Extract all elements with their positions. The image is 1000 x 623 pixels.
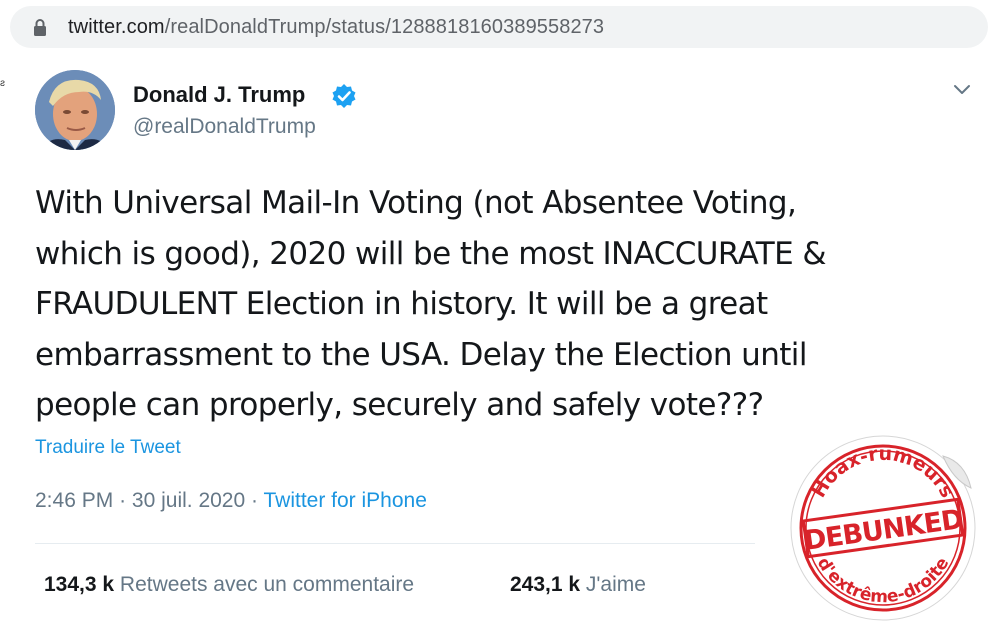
source-link[interactable]: Twitter for iPhone <box>263 489 426 512</box>
meta-separator: · <box>251 489 259 512</box>
tweet-line: With Universal Mail-In Voting (not Absen… <box>35 185 797 221</box>
verified-badge-icon <box>332 84 356 108</box>
tweet-date[interactable]: 30 juil. 2020 <box>132 489 245 512</box>
retweets-count: 134,3 k <box>44 573 115 596</box>
tweet-text: With Universal Mail-In Voting (not Absen… <box>35 178 955 431</box>
tweet-metadata: 2:46 PM · 30 juil. 2020 · Twitter for iP… <box>35 488 427 514</box>
url-text: twitter.com/realDonaldTrump/status/12888… <box>68 15 604 39</box>
divider <box>35 543 755 544</box>
edge-fragment: ƨ <box>0 78 5 89</box>
lock-icon <box>34 19 46 36</box>
stamp-graphic: Hoax-rumeurs DEBUNKED d'extrême-droite <box>790 435 976 621</box>
likes-label: J'aime <box>585 573 646 596</box>
address-bar[interactable]: twitter.com/realDonaldTrump/status/12888… <box>10 6 988 48</box>
url-path: /realDonaldTrump/status/1288818160389558… <box>164 16 605 38</box>
debunked-stamp: Hoax-rumeurs DEBUNKED d'extrême-droite <box>765 418 995 623</box>
likes-count: 243,1 k <box>510 573 581 596</box>
author-handle[interactable]: @realDonaldTrump <box>133 114 316 140</box>
tweet-line: embarrassment to the USA. Delay the Elec… <box>35 336 807 373</box>
tweet-line: which is good), 2020 will be the most IN… <box>35 235 827 272</box>
avatar[interactable] <box>35 70 115 150</box>
retweets-stat[interactable]: 134,3 k Retweets avec un commentaire <box>44 572 414 598</box>
author-name[interactable]: Donald J. Trump <box>133 82 305 108</box>
chevron-down-icon[interactable] <box>952 82 972 96</box>
tweet-time[interactable]: 2:46 PM <box>35 489 113 512</box>
translate-link[interactable]: Traduire le Tweet <box>35 437 181 459</box>
url-host: twitter.com <box>68 16 165 38</box>
likes-stat[interactable]: 243,1 k J'aime <box>510 572 646 598</box>
retweets-label: Retweets avec un commentaire <box>119 573 415 596</box>
tweet-line: FRAUDULENT Election in history. It will … <box>35 286 768 322</box>
meta-separator: · <box>119 489 127 512</box>
avatar-image <box>35 70 115 150</box>
